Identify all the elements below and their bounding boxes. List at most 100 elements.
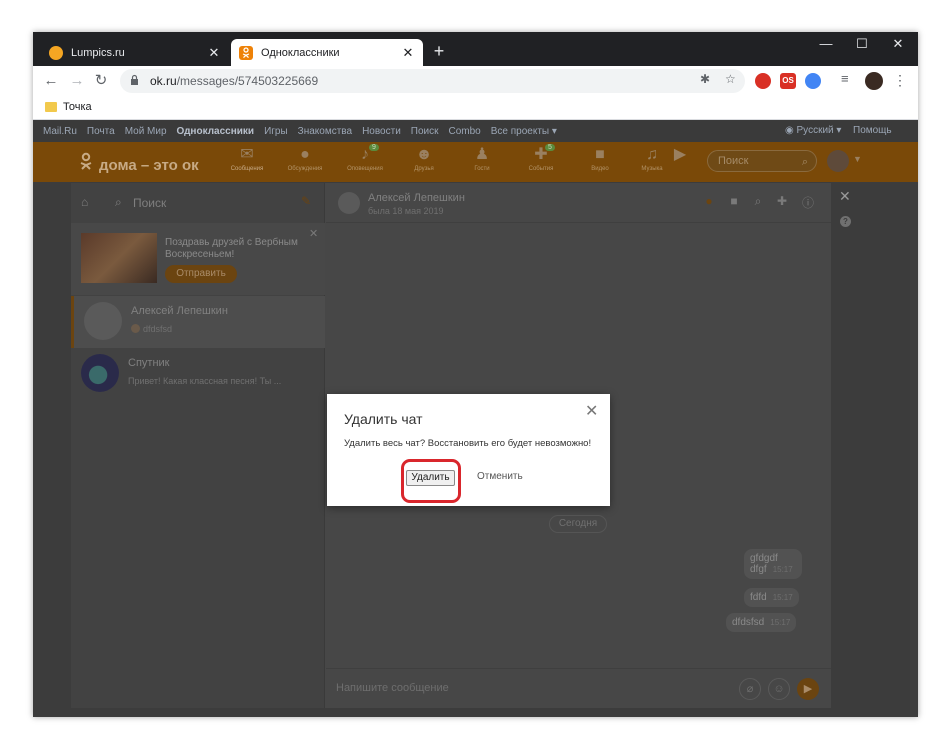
music-note-icon: ♫ [646, 146, 658, 163]
chrome-menu-icon[interactable]: ⋮ [893, 72, 907, 89]
lock-icon [130, 74, 142, 88]
extension-globe-icon[interactable] [805, 73, 821, 89]
minimize-icon[interactable]: — [811, 36, 841, 51]
maximize-icon[interactable]: ☐ [847, 36, 877, 52]
info-icon[interactable]: ⓘ [800, 194, 816, 211]
tab-lumpics[interactable]: Lumpics.ru ✕ [41, 39, 229, 66]
phone-icon[interactable]: ● [701, 194, 717, 208]
envelope-icon: ✉ [240, 146, 254, 163]
message-bubble[interactable]: dfdsfsd 15:17 [726, 613, 797, 632]
promo-send-button[interactable]: Отправить [165, 265, 237, 283]
play-icon[interactable]: ▶ [669, 146, 691, 166]
back-arrow-icon[interactable]: ← [41, 71, 61, 91]
tab-close-icon[interactable]: ✕ [207, 45, 221, 61]
chat-list-item[interactable]: Алексей Лепешкин dfdsfsd [71, 296, 325, 348]
chat-preview: Привет! Какая классная песня! Ты ... [128, 376, 282, 386]
search-icon[interactable]: ⌕ [750, 194, 766, 209]
search-icon: ⌕ [801, 156, 808, 168]
close-icon[interactable]: ✕ [309, 227, 318, 240]
sidebar-header: ⌂ ⌕ Поиск ✎ [71, 183, 324, 223]
language-selector[interactable]: ◉ Русский ▾ [785, 125, 841, 136]
dialog-close-icon[interactable]: ✕ [585, 401, 598, 421]
dialog-message: Удалить весь чат? Восстановить его будет… [344, 438, 592, 449]
date-chip: Сегодня [549, 515, 607, 533]
friends-icon: ☻ [415, 146, 433, 163]
mailru-portal-bar: Mail.Ru Почта Мой Мир Одноклассники Игры… [33, 120, 918, 142]
globe-icon: ◉ [785, 125, 797, 136]
media-playlist-icon[interactable]: ≡ [841, 71, 849, 86]
extension-puzzle-icon[interactable]: ✱ [700, 72, 710, 86]
reload-icon[interactable]: ↻ [91, 71, 111, 91]
extension-opera-icon[interactable] [755, 73, 771, 89]
portal-link[interactable]: Мой Мир [125, 126, 167, 137]
profile-avatar[interactable] [865, 72, 883, 90]
portal-link[interactable]: Игры [264, 126, 288, 137]
portal-link[interactable]: Поиск [411, 126, 439, 137]
chat-name: Спутник [128, 357, 170, 369]
tab-strip: Lumpics.ru ✕ Одноклассники ✕ + — ☐ ✕ [33, 32, 918, 66]
portal-link[interactable]: Combo [449, 126, 481, 137]
folder-icon [45, 102, 57, 112]
message-time: 15:17 [770, 618, 791, 627]
chat-sidebar: ⌂ ⌕ Поиск ✎ Поздравь друзей с Вербным Во… [71, 183, 325, 708]
message-bubble[interactable]: gfdgdf dfgf 15:17 [744, 549, 802, 579]
portal-link-current[interactable]: Одноклассники [177, 126, 255, 137]
portal-link[interactable]: Новости [362, 126, 401, 137]
compose-icon[interactable]: ✎ [301, 194, 311, 208]
search-icon: ⌕ [115, 195, 122, 209]
address-bar[interactable]: ok.ru/messages/574503225669 [120, 69, 745, 93]
ok-logo[interactable]: дома – это ок [79, 152, 199, 174]
message-input[interactable]: Напишите сообщение [336, 682, 449, 694]
attach-icon[interactable]: ⌀ [739, 678, 761, 700]
notifications-badge: 9 [369, 144, 379, 151]
message-bubble[interactable]: fdfd 15:17 [744, 588, 799, 607]
nav-discussions[interactable]: ● Обсуждения [279, 146, 331, 172]
user-avatar[interactable] [827, 150, 849, 172]
tab-odnoklassniki[interactable]: Одноклассники ✕ [231, 39, 423, 66]
bookmark-tochka[interactable]: Точка [63, 101, 92, 113]
portal-link[interactable]: Знакомства [298, 126, 352, 137]
tab-close-icon[interactable]: ✕ [401, 45, 415, 61]
add-user-icon[interactable]: ✚ [774, 194, 790, 208]
message-composer[interactable]: Напишите сообщение ⌀ ☺ ▶ [326, 668, 831, 708]
delete-chat-dialog: Удалить чат ✕ Удалить весь чат? Восстано… [327, 394, 610, 506]
send-button[interactable]: ▶ [797, 678, 819, 700]
close-messenger-icon[interactable]: ✕ [839, 188, 851, 205]
promo-banner: Поздравь друзей с Вербным Воскресеньем! … [71, 223, 325, 295]
portal-link-all-projects[interactable]: Все проекты ▾ [491, 126, 557, 137]
browser-window: Lumpics.ru ✕ Одноклассники ✕ + — ☐ ✕ ← →… [33, 32, 918, 717]
ok-logo-icon [79, 152, 93, 170]
chat-name: Алексей Лепешкин [131, 305, 228, 317]
chat-list-item[interactable]: Спутник Привет! Какая классная песня! Ты… [71, 348, 325, 400]
conversation-name[interactable]: Алексей Лепешкин [368, 192, 465, 204]
portal-link[interactable]: Mail.Ru [43, 126, 77, 137]
window-close-icon[interactable]: ✕ [883, 36, 913, 52]
new-tab-button[interactable]: + [429, 41, 449, 62]
nav-notifications[interactable]: ♪ 9 Оповещения [339, 144, 391, 172]
ok-search-input[interactable]: Поиск ⌕ [707, 150, 817, 172]
emoji-icon[interactable]: ☺ [768, 678, 790, 700]
chevron-down-icon[interactable]: ▼ [853, 154, 862, 164]
forward-arrow-icon[interactable]: → [67, 71, 87, 91]
extension-os-icon[interactable]: OS [780, 73, 796, 89]
sender-avatar-icon [131, 324, 140, 333]
home-icon[interactable]: ⌂ [81, 195, 88, 209]
help-icon[interactable]: ? [840, 216, 851, 227]
bookmark-star-icon[interactable]: ☆ [725, 72, 736, 86]
browser-toolbar: ← → ↻ ok.ru/messages/574503225669 ✱ ☆ OS… [33, 66, 918, 96]
help-link[interactable]: Помощь [853, 125, 892, 136]
delete-button[interactable]: Удалить [406, 470, 455, 486]
tab-label: Одноклассники [261, 46, 340, 59]
cancel-button[interactable]: Отменить [477, 471, 523, 482]
video-call-icon[interactable]: ■ [726, 194, 742, 208]
sidebar-search-input[interactable]: Поиск [133, 196, 166, 210]
nav-events[interactable]: ✚ 5 События [515, 144, 567, 172]
nav-friends[interactable]: ☻ Друзья [398, 146, 450, 172]
nav-messages[interactable]: ✉ Сообщения [221, 146, 273, 172]
nav-video[interactable]: ■ Видео [574, 146, 626, 172]
portal-link[interactable]: Почта [87, 126, 115, 137]
avatar [84, 302, 122, 340]
message-time: 15:17 [772, 593, 793, 602]
ok-top-navigation: дома – это ок ✉ Сообщения ● Обсуждения ♪ 9 О… [33, 142, 918, 182]
nav-guests[interactable]: ♟ Гости [456, 146, 508, 172]
